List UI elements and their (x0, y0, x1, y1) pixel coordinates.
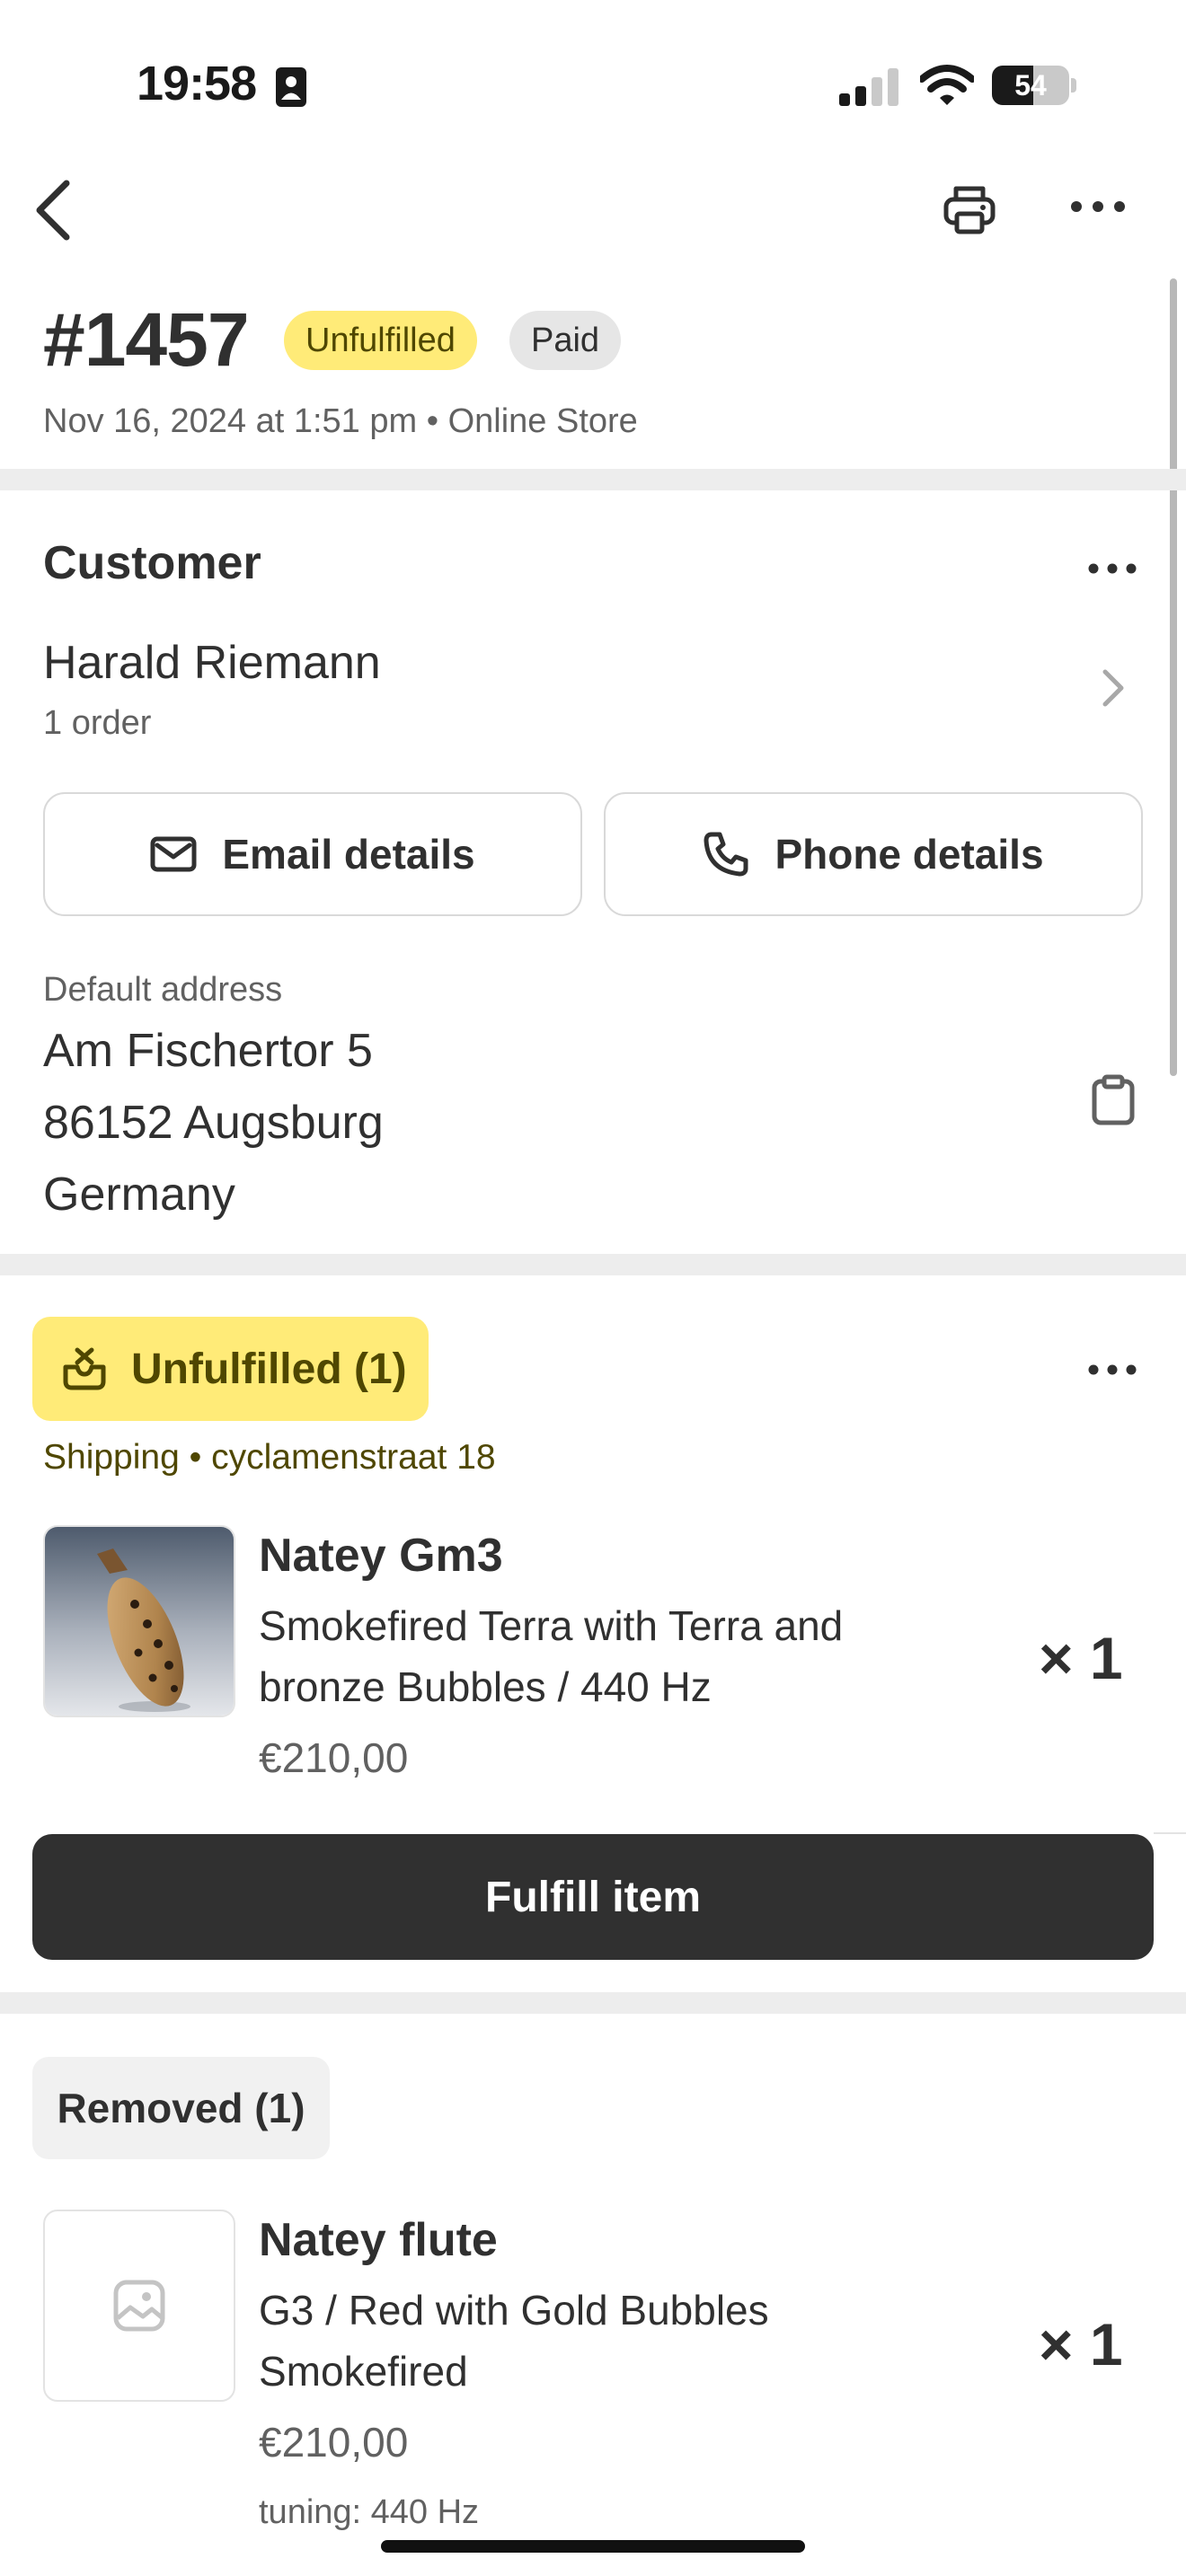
customer-name: Harald Riemann (43, 637, 381, 689)
chevron-left-icon (36, 180, 70, 241)
fulfillment-status-badge: Unfulfilled (284, 311, 477, 370)
order-number: #1457 (43, 297, 250, 382)
shipping-info: Shipping • cyclamenstraat 18 (43, 1438, 496, 1477)
removed-product-property: tuning: 440 Hz (259, 2493, 480, 2531)
unfulfilled-more-button[interactable] (1087, 1363, 1137, 1376)
removed-product-thumbnail[interactable] (43, 2210, 235, 2402)
more-horizontal-icon (1088, 1364, 1137, 1375)
chevron-right-icon (1102, 668, 1125, 708)
address-line-street: Am Fischertor 5 (43, 1025, 373, 1077)
customer-more-button[interactable] (1087, 562, 1137, 575)
battery-level: 54 (1014, 69, 1047, 101)
removed-label: Removed (1) (57, 2085, 305, 2131)
fulfill-item-button[interactable]: Fulfill item (32, 1834, 1154, 1960)
phone-icon (704, 832, 748, 877)
contact-card-icon (275, 66, 307, 108)
status-time: 19:58 (137, 57, 257, 110)
copy-address-button[interactable] (1091, 1074, 1136, 1126)
product-thumbnail[interactable] (43, 1525, 235, 1717)
removed-product-quantity: × 1 (1039, 2311, 1123, 2378)
email-details-label: Email details (222, 831, 475, 878)
clipboard-icon (1092, 1074, 1135, 1125)
product-price: €210,00 (259, 1734, 409, 1781)
customer-section-title: Customer (43, 537, 261, 589)
section-divider (0, 469, 1186, 490)
cellular-signal-icon (839, 68, 900, 106)
battery-nub (1071, 78, 1076, 93)
section-divider (0, 1992, 1186, 2014)
phone-details-button[interactable]: Phone details (604, 792, 1143, 916)
removed-product-price: €210,00 (259, 2419, 409, 2466)
address-line-country: Germany (43, 1169, 235, 1221)
section-divider (0, 1254, 1186, 1275)
unfulfilled-label: Unfulfilled (1) (131, 1345, 407, 1393)
removed-product-variant-line-2: Smokefired (259, 2348, 468, 2395)
payment-status-badge: Paid (509, 311, 622, 370)
more-horizontal-icon (1088, 563, 1137, 574)
product-variant-line-2: bronze Bubbles / 440 Hz (259, 1663, 712, 1710)
removed-product-variant-line-1: G3 / Red with Gold Bubbles (259, 2287, 769, 2333)
order-meta: Nov 16, 2024 at 1:51 pm • Online Store (43, 402, 638, 440)
battery-icon: 54 (992, 66, 1069, 105)
email-details-button[interactable]: Email details (43, 792, 582, 916)
removed-status-pill: Removed (1) (32, 2057, 330, 2159)
package-icon (63, 1347, 106, 1390)
product-quantity: × 1 (1039, 1625, 1123, 1691)
address-line-city: 86152 Augsburg (43, 1097, 384, 1149)
row-separator (1154, 1832, 1186, 1834)
printer-icon (943, 186, 996, 234)
customer-order-count: 1 order (43, 704, 152, 742)
more-horizontal-icon (1071, 201, 1125, 212)
product-title[interactable]: Natey Gm3 (259, 1529, 503, 1583)
wifi-icon (920, 65, 974, 106)
more-actions-button[interactable] (1069, 199, 1127, 214)
address-label: Default address (43, 971, 283, 1009)
print-button[interactable] (942, 181, 997, 237)
back-button[interactable] (27, 176, 77, 244)
envelope-icon (150, 836, 197, 872)
phone-details-label: Phone details (774, 831, 1044, 878)
unfulfilled-status-pill: Unfulfilled (1) (32, 1317, 429, 1421)
image-placeholder-icon (113, 2280, 165, 2332)
removed-product-title[interactable]: Natey flute (259, 2213, 498, 2267)
home-indicator[interactable] (381, 2540, 805, 2553)
product-variant-line-1: Smokefired Terra with Terra and (259, 1602, 844, 1649)
fulfill-item-label: Fulfill item (485, 1873, 701, 1921)
